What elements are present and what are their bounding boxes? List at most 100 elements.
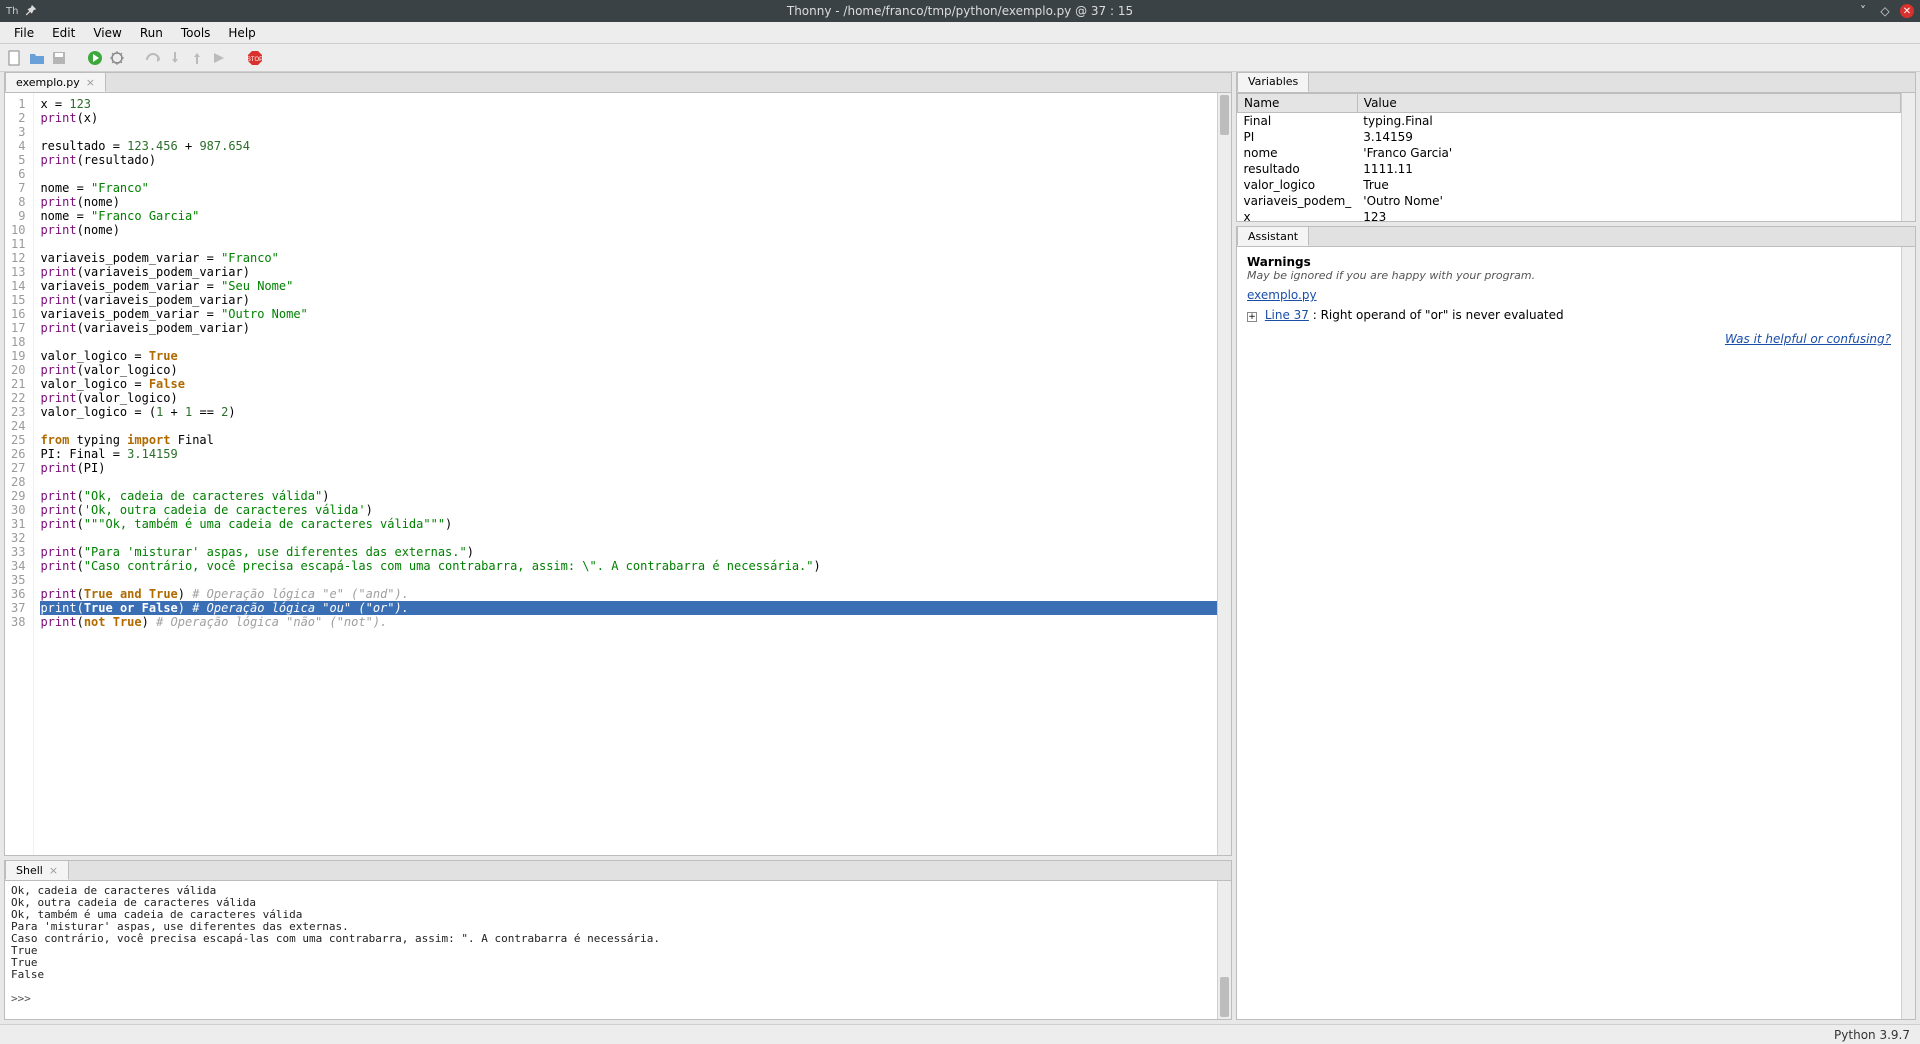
- new-file-icon[interactable]: [6, 49, 24, 67]
- code-line[interactable]: valor_logico = (1 + 1 == 2): [40, 405, 1231, 419]
- close-shell-tab-icon[interactable]: ×: [49, 864, 58, 877]
- menu-file[interactable]: File: [6, 24, 42, 42]
- editor-tab[interactable]: exemplo.py ×: [5, 72, 106, 92]
- close-tab-icon[interactable]: ×: [86, 76, 95, 89]
- variables-tab[interactable]: Variables: [1237, 72, 1309, 92]
- debug-icon[interactable]: [108, 49, 126, 67]
- editor-panel: exemplo.py × 123456789101112131415161718…: [4, 72, 1232, 856]
- variables-scrollbar[interactable]: [1901, 93, 1915, 222]
- statusbar: Python 3.9.7: [0, 1024, 1920, 1044]
- expand-icon[interactable]: +: [1247, 312, 1257, 322]
- code-line[interactable]: [40, 573, 1231, 587]
- table-row[interactable]: nome'Franco Garcia': [1238, 145, 1901, 161]
- code-line[interactable]: print("Ok, cadeia de caracteres válida"): [40, 489, 1231, 503]
- variables-panel: Variables Name Value Finaltyping.FinalPI…: [1236, 72, 1916, 222]
- assistant-tab-label: Assistant: [1248, 230, 1298, 243]
- editor-scrollbar[interactable]: [1217, 93, 1231, 855]
- code-line[interactable]: [40, 167, 1231, 181]
- code-line[interactable]: valor_logico = False: [40, 377, 1231, 391]
- code-line[interactable]: print(PI): [40, 461, 1231, 475]
- minimize-icon[interactable]: ˅: [1856, 4, 1870, 18]
- code-line[interactable]: print("Caso contrário, você precisa esca…: [40, 559, 1231, 573]
- shell-prompt[interactable]: >>>: [11, 992, 38, 1005]
- code-line[interactable]: variaveis_podem_variar = "Seu Nome": [40, 279, 1231, 293]
- code-line[interactable]: print(valor_logico): [40, 363, 1231, 377]
- assistant-feedback-link[interactable]: Was it helpful or confusing?: [1725, 332, 1891, 346]
- code-line[interactable]: print(valor_logico): [40, 391, 1231, 405]
- code-line[interactable]: print("Para 'misturar' aspas, use difere…: [40, 545, 1231, 559]
- assistant-warn-sub: May be ignored if you are happy with you…: [1247, 269, 1891, 282]
- code-line[interactable]: resultado = 123.456 + 987.654: [40, 139, 1231, 153]
- code-line[interactable]: print(resultado): [40, 153, 1231, 167]
- shell-tab-label: Shell: [16, 864, 43, 877]
- assistant-line-msg: : Right operand of "or" is never evaluat…: [1309, 308, 1564, 322]
- code-line[interactable]: variaveis_podem_variar = "Franco": [40, 251, 1231, 265]
- step-into-icon[interactable]: [166, 49, 184, 67]
- code-line[interactable]: print(variaveis_podem_variar): [40, 265, 1231, 279]
- code-line[interactable]: print(nome): [40, 195, 1231, 209]
- code-line[interactable]: [40, 419, 1231, 433]
- table-row[interactable]: resultado1111.11: [1238, 161, 1901, 177]
- window-titlebar: Th Thonny - /home/franco/tmp/python/exem…: [0, 0, 1920, 22]
- menu-help[interactable]: Help: [220, 24, 263, 42]
- open-file-icon[interactable]: [28, 49, 46, 67]
- code-line[interactable]: variaveis_podem_variar = "Outro Nome": [40, 307, 1231, 321]
- code-line[interactable]: print(not True) # Operação lógica "não" …: [40, 615, 1231, 629]
- code-line[interactable]: valor_logico = True: [40, 349, 1231, 363]
- pin-icon[interactable]: [24, 4, 38, 18]
- code-line[interactable]: print(True and True) # Operação lógica "…: [40, 587, 1231, 601]
- code-line[interactable]: print(variaveis_podem_variar): [40, 321, 1231, 335]
- code-line[interactable]: print(nome): [40, 223, 1231, 237]
- menu-tools[interactable]: Tools: [173, 24, 219, 42]
- table-row[interactable]: variaveis_podem_'Outro Nome': [1238, 193, 1901, 209]
- stop-icon[interactable]: STOP: [246, 49, 264, 67]
- code-line[interactable]: nome = "Franco Garcia": [40, 209, 1231, 223]
- save-file-icon[interactable]: [50, 49, 68, 67]
- code-line[interactable]: [40, 475, 1231, 489]
- menubar: FileEditViewRunToolsHelp: [0, 22, 1920, 44]
- window-title: Thonny - /home/franco/tmp/python/exemplo…: [787, 4, 1133, 18]
- code-line[interactable]: print(True or False) # Operação lógica "…: [40, 601, 1231, 615]
- code-line[interactable]: x = 123: [40, 97, 1231, 111]
- code-line[interactable]: from typing import Final: [40, 433, 1231, 447]
- code-line[interactable]: print("""Ok, também é uma cadeia de cara…: [40, 517, 1231, 531]
- assistant-scrollbar[interactable]: [1901, 247, 1915, 1019]
- code-line[interactable]: PI: Final = 3.14159: [40, 447, 1231, 461]
- shell-scrollbar[interactable]: [1217, 881, 1231, 1019]
- table-row[interactable]: PI3.14159: [1238, 129, 1901, 145]
- code-line[interactable]: [40, 125, 1231, 139]
- step-over-icon[interactable]: [144, 49, 162, 67]
- table-row[interactable]: valor_logicoTrue: [1238, 177, 1901, 193]
- menu-edit[interactable]: Edit: [44, 24, 83, 42]
- vars-col-name[interactable]: Name: [1238, 93, 1358, 112]
- code-line[interactable]: [40, 531, 1231, 545]
- menu-run[interactable]: Run: [132, 24, 171, 42]
- resume-icon[interactable]: [210, 49, 228, 67]
- vars-col-value[interactable]: Value: [1357, 93, 1900, 112]
- code-line[interactable]: print(x): [40, 111, 1231, 125]
- menu-view[interactable]: View: [85, 24, 129, 42]
- code-line[interactable]: print('Ok, outra cadeia de caracteres vá…: [40, 503, 1231, 517]
- code-line[interactable]: [40, 237, 1231, 251]
- shell-tab[interactable]: Shell ×: [5, 860, 69, 880]
- code-line[interactable]: print(variaveis_podem_variar): [40, 293, 1231, 307]
- table-row[interactable]: Finaltyping.Final: [1238, 112, 1901, 129]
- assistant-content: Warnings May be ignored if you are happy…: [1237, 247, 1901, 1019]
- editor-tab-label: exemplo.py: [16, 76, 80, 89]
- code-editor[interactable]: 1234567891011121314151617181920212223242…: [5, 93, 1231, 855]
- code-line[interactable]: [40, 335, 1231, 349]
- assistant-line-link[interactable]: Line 37: [1265, 308, 1309, 322]
- code-line[interactable]: nome = "Franco": [40, 181, 1231, 195]
- status-python-version[interactable]: Python 3.9.7: [1834, 1028, 1910, 1042]
- maximize-icon[interactable]: ◇: [1878, 4, 1892, 18]
- shell-output[interactable]: Ok, cadeia de caracteres válida Ok, outr…: [5, 881, 1231, 1009]
- run-icon[interactable]: [86, 49, 104, 67]
- assistant-file-link[interactable]: exemplo.py: [1247, 288, 1317, 302]
- shell-panel: Shell × Ok, cadeia de caracteres válida …: [4, 860, 1232, 1020]
- assistant-panel: Assistant Warnings May be ignored if you…: [1236, 226, 1916, 1020]
- table-row[interactable]: x123: [1238, 209, 1901, 222]
- assistant-tab[interactable]: Assistant: [1237, 226, 1309, 246]
- close-icon[interactable]: ✕: [1900, 4, 1914, 18]
- assistant-warn-heading: Warnings: [1247, 255, 1891, 269]
- step-out-icon[interactable]: [188, 49, 206, 67]
